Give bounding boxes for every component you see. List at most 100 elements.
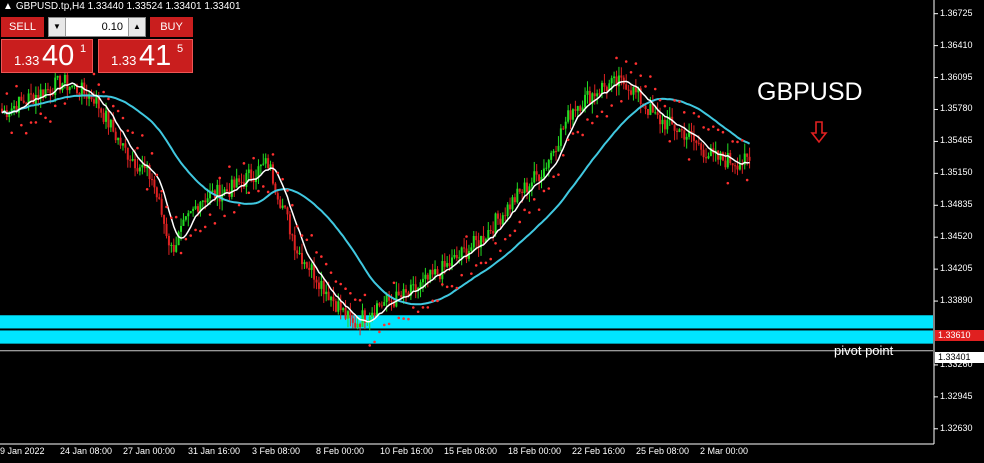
sar-dot	[697, 115, 701, 118]
sar-dot	[741, 139, 744, 142]
lot-decrease-icon[interactable]: ▼	[49, 18, 66, 36]
sar-dot	[489, 257, 493, 261]
sar-dot	[726, 181, 730, 185]
sar-dot	[416, 310, 420, 314]
sell-button[interactable]: SELL	[1, 17, 44, 37]
candle-body	[107, 110, 110, 128]
candle-body	[516, 188, 519, 203]
lot-increase-icon[interactable]: ▲	[128, 18, 145, 36]
sar-dot	[373, 340, 376, 344]
price-label: 1.36410	[940, 39, 973, 50]
sar-dot	[24, 131, 28, 135]
sar-dot	[310, 234, 313, 237]
candle-body	[482, 236, 485, 243]
sar-dot	[49, 120, 52, 123]
candle-body	[487, 230, 490, 239]
candle-body	[617, 75, 620, 87]
sar-dot	[528, 211, 531, 214]
candle-body	[134, 159, 137, 169]
candle-body	[526, 182, 528, 192]
candle-body	[562, 128, 565, 130]
sar-dot	[107, 97, 110, 101]
candle-body	[550, 152, 553, 160]
candle-body	[206, 198, 209, 203]
candle-body	[649, 104, 652, 115]
pivot-point-label: pivot point	[834, 343, 894, 358]
lot-size-value[interactable]: 0.10	[102, 18, 123, 36]
candle-body	[286, 207, 289, 215]
candle-body	[114, 131, 117, 141]
candle-body	[552, 151, 555, 153]
candle-body	[293, 235, 296, 251]
sar-dot	[228, 165, 231, 168]
sar-dot	[436, 299, 439, 303]
sar-dot	[281, 177, 284, 181]
candle-body	[605, 86, 608, 92]
candle-body	[320, 280, 323, 289]
candle-body	[453, 254, 456, 258]
candle-body	[569, 110, 572, 120]
candle-body	[238, 178, 241, 182]
candle-body	[233, 179, 236, 188]
candle-body	[235, 178, 238, 188]
candle-body	[593, 93, 596, 97]
candle-body	[344, 308, 347, 319]
sar-dot	[426, 306, 430, 309]
sar-dot	[576, 130, 580, 134]
candle-body	[496, 213, 499, 219]
sar-dot	[261, 185, 265, 188]
sar-dot	[382, 323, 386, 327]
candle-body	[627, 89, 630, 91]
sar-dot	[271, 153, 275, 156]
candle-body	[400, 295, 403, 298]
candle-body	[511, 197, 514, 210]
one-click-trade-panel: SELL ▼ 0.10 ▲ BUY 1.33 40 1 1.33 41 5	[0, 16, 194, 74]
sar-dot	[479, 261, 483, 265]
sar-dot	[242, 162, 246, 165]
candle-body	[138, 167, 141, 172]
sar-dot	[721, 130, 725, 134]
sar-dot	[431, 299, 434, 303]
candle-body	[390, 300, 393, 302]
candle-body	[204, 200, 207, 203]
sar-dot	[586, 118, 589, 121]
sar-dot	[591, 121, 594, 125]
sell-quote-button[interactable]: 1.33 40 1	[1, 39, 93, 73]
candle-body	[557, 145, 560, 152]
candle-body	[513, 197, 516, 203]
sar-dot	[470, 272, 473, 275]
buy-quote-button[interactable]: 1.33 41 5	[98, 39, 193, 73]
candle-body	[119, 137, 122, 146]
candle-body	[80, 82, 83, 97]
sar-dot	[571, 132, 575, 135]
sar-dot	[111, 104, 115, 108]
sar-dot	[716, 128, 720, 132]
candle-body	[276, 193, 279, 200]
candle-body	[632, 86, 635, 95]
buy-button[interactable]: BUY	[150, 17, 193, 37]
candle-body	[346, 311, 349, 319]
sar-dot	[194, 228, 197, 232]
candle-body	[291, 234, 294, 236]
sar-dot	[653, 87, 657, 91]
sar-dot	[523, 208, 526, 212]
lot-size-stepper[interactable]: ▼ 0.10 ▲	[48, 17, 146, 37]
candle-body	[56, 75, 59, 78]
sar-dot	[97, 83, 101, 86]
candle-body	[717, 150, 720, 160]
sar-dot	[39, 112, 43, 116]
sar-dot	[349, 291, 352, 295]
candle-body	[644, 105, 647, 110]
sar-dot	[421, 306, 425, 309]
sar-dot	[494, 241, 497, 245]
candle-body	[218, 184, 221, 202]
candle-body	[434, 269, 437, 275]
sar-dot	[339, 282, 343, 286]
sar-dot	[561, 153, 565, 157]
sar-dot	[136, 146, 139, 150]
sar-dot	[378, 330, 381, 334]
sar-dot	[503, 237, 507, 241]
candle-body	[584, 94, 587, 108]
sar-dot	[368, 344, 372, 347]
candle-body	[661, 119, 664, 125]
